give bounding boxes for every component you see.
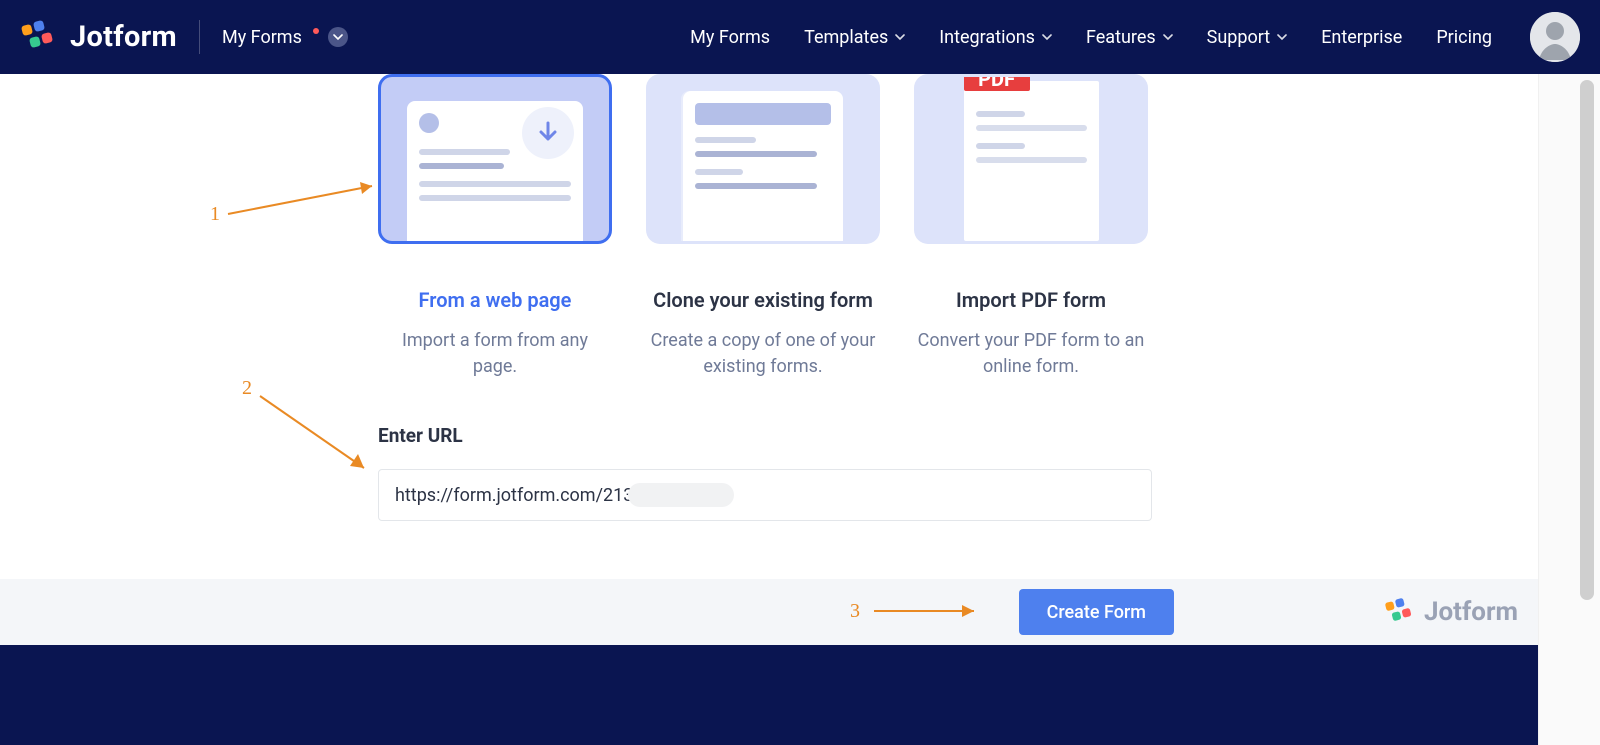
- footer-logo: Jotform: [1384, 597, 1518, 627]
- chevron-down-icon: [1277, 32, 1287, 42]
- skeleton-line: [695, 137, 756, 143]
- page-footer: 3 Create Form Jotform: [0, 579, 1538, 645]
- page-bottom-band: [0, 645, 1538, 745]
- header-divider: [199, 20, 200, 54]
- scrollbar-thumb[interactable]: [1580, 80, 1594, 600]
- jotform-mark-icon: [1384, 597, 1414, 627]
- nav-pricing[interactable]: Pricing: [1436, 27, 1492, 48]
- workspace-label: My Forms: [222, 27, 302, 48]
- option-desc: Convert your PDF form to an online form.: [914, 328, 1148, 380]
- redaction-mask: [628, 483, 734, 507]
- notification-dot: [313, 28, 319, 34]
- jotform-wordmark: Jotform: [70, 20, 177, 54]
- nav-enterprise[interactable]: Enterprise: [1321, 27, 1402, 48]
- option-desc: Import a form from any page.: [378, 328, 612, 380]
- skeleton-line: [976, 125, 1087, 131]
- skeleton-line: [695, 169, 743, 175]
- create-form-button[interactable]: Create Form: [1019, 589, 1174, 635]
- pdf-badge: PDF: [964, 74, 1030, 91]
- nav-integrations[interactable]: Integrations: [939, 27, 1052, 48]
- enter-url-label: Enter URL: [378, 424, 1152, 447]
- chevron-down-icon: [328, 27, 348, 47]
- skeleton-header: [695, 103, 831, 125]
- chevron-down-icon: [1163, 32, 1173, 42]
- nav-features[interactable]: Features: [1086, 27, 1173, 48]
- primary-nav: My Forms Templates Integrations Features…: [690, 27, 1492, 48]
- url-input[interactable]: [378, 469, 1152, 521]
- skeleton-line: [695, 151, 817, 157]
- download-icon: [522, 107, 574, 159]
- skeleton-line: [419, 181, 571, 187]
- skeleton-dot: [419, 113, 439, 133]
- svg-text:1: 1: [210, 203, 220, 225]
- annotation-arrow-2: 2: [236, 374, 396, 484]
- option-clone-form[interactable]: Clone your existing form Create a copy o…: [646, 74, 880, 380]
- chevron-down-icon: [895, 32, 905, 42]
- nav-my-forms[interactable]: My Forms: [690, 27, 770, 48]
- option-title: Clone your existing form: [646, 288, 880, 312]
- skeleton-line: [419, 163, 504, 169]
- skeleton-line: [976, 143, 1026, 149]
- avatar-icon: [1530, 12, 1580, 62]
- skeleton-line: [976, 111, 1026, 117]
- chevron-down-icon: [1042, 32, 1052, 42]
- option-title: From a web page: [378, 288, 612, 312]
- jotform-logo[interactable]: Jotform: [20, 19, 177, 55]
- user-avatar[interactable]: [1530, 12, 1580, 62]
- vertical-scrollbar[interactable]: [1538, 74, 1600, 745]
- workspace-switcher[interactable]: My Forms: [222, 27, 348, 48]
- skeleton-line: [419, 149, 510, 155]
- nav-support[interactable]: Support: [1207, 27, 1288, 48]
- skeleton-line: [976, 157, 1087, 163]
- option-title: Import PDF form: [914, 288, 1148, 312]
- svg-text:3: 3: [850, 600, 860, 622]
- option-from-web-page[interactable]: From a web page Import a form from any p…: [378, 74, 612, 380]
- svg-text:2: 2: [242, 377, 252, 399]
- jotform-mark-icon: [20, 19, 56, 55]
- option-import-pdf[interactable]: PDF Import PDF form Convert your PDF for…: [914, 74, 1148, 380]
- annotation-arrow-1: 1: [200, 172, 400, 232]
- footer-brand-word: Jotform: [1424, 597, 1518, 627]
- skeleton-line: [419, 195, 571, 201]
- annotation-arrow-3: 3: [850, 595, 1000, 625]
- option-desc: Create a copy of one of your existing fo…: [646, 328, 880, 380]
- nav-templates[interactable]: Templates: [804, 27, 905, 48]
- skeleton-line: [695, 183, 817, 189]
